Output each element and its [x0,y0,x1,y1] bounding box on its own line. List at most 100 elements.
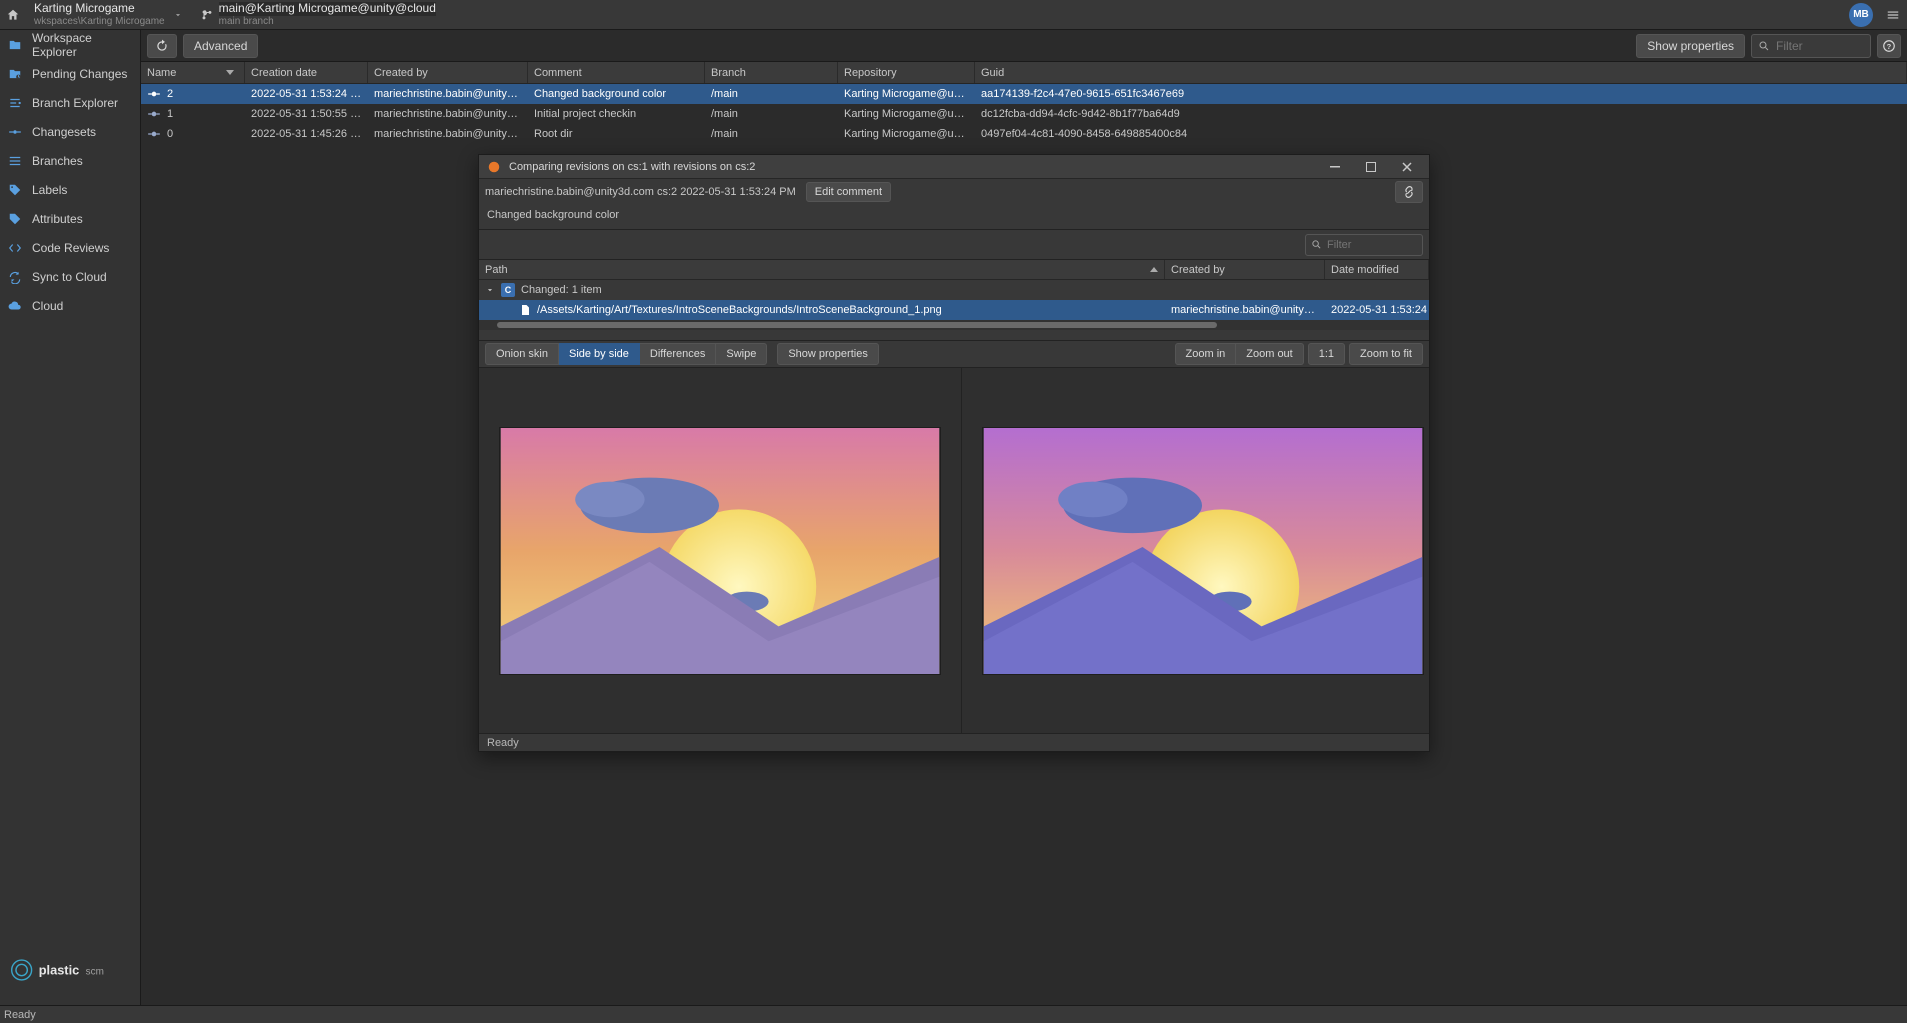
col-created-by[interactable]: Created by [368,62,528,83]
preview-left[interactable] [479,368,962,733]
sidebar-item-attributes[interactable]: Attributes [0,204,140,233]
avatar[interactable]: MB [1849,3,1873,27]
branch-path: main@Karting Microgame@unity@cloud [219,2,436,15]
zoom-in-button[interactable]: Zoom in [1175,343,1237,365]
menu-button[interactable] [1879,0,1907,30]
maximize-button[interactable] [1357,155,1385,179]
sidebar-item-cloud[interactable]: Cloud [0,291,140,320]
compare-titlebar[interactable]: Comparing revisions on cs:1 with revisio… [479,155,1429,179]
svg-text:?: ? [1887,41,1892,50]
compare-status-bar: Ready [479,733,1429,751]
sidebar-item-labels[interactable]: Labels [0,175,140,204]
col-comment[interactable]: Comment [528,62,705,83]
changesets-icon [8,125,22,139]
advanced-button[interactable]: Advanced [183,34,258,58]
compare-filter-input[interactable] [1327,239,1407,251]
file-icon [519,304,531,316]
workspace-subtitle: wkspaces\Karting Microgame [34,16,165,27]
sidebar: Workspace Explorer Pending Changes Branc… [0,30,141,1005]
refresh-icon [155,39,169,53]
compare-meta-row: mariechristine.babin@unity3d.com cs:2 20… [479,179,1429,205]
sidebar-item-workspace-explorer[interactable]: Workspace Explorer [0,30,140,59]
compare-title: Comparing revisions on cs:1 with revisio… [509,161,1313,173]
toolbar: Advanced Show properties ? [141,30,1907,62]
close-icon [1402,162,1412,172]
zoom-out-button[interactable]: Zoom out [1236,343,1303,365]
workspace-title: Karting Microgame [34,2,165,15]
folder-icon [8,38,22,52]
col-date[interactable]: Creation date [245,62,368,83]
sidebar-item-code-reviews[interactable]: Code Reviews [0,233,140,262]
logo: plasticscm [0,937,140,1005]
col-repository[interactable]: Repository [838,62,975,83]
col-date-modified[interactable]: Date modified [1325,260,1429,279]
filter-input[interactable] [1776,39,1856,53]
zoom-1-1-button[interactable]: 1:1 [1308,343,1345,365]
tab-differences[interactable]: Differences [640,343,716,365]
show-properties-button[interactable]: Show properties [777,343,879,365]
tree-row[interactable]: /Assets/Karting/Art/Textures/IntroSceneB… [479,300,1429,320]
tag-icon [8,183,22,197]
title-bar: Karting Microgame wkspaces\Karting Micro… [0,0,1907,30]
home-icon [6,8,20,22]
help-button[interactable]: ? [1877,34,1901,58]
help-icon: ? [1882,39,1896,53]
grid-header: Name Creation date Created by Comment Br… [141,62,1907,84]
sidebar-item-branch-explorer[interactable]: Branch Explorer [0,88,140,117]
status-bar: Ready [0,1005,1907,1023]
scrollbar-thumb[interactable] [497,322,1217,328]
col-created-by[interactable]: Created by [1165,260,1325,279]
tab-onion-skin[interactable]: Onion skin [485,343,559,365]
search-icon [1311,239,1322,250]
link-button[interactable] [1395,181,1423,203]
sidebar-item-sync-to-cloud[interactable]: Sync to Cloud [0,262,140,291]
preview-area [479,368,1429,733]
changeset-icon [147,107,161,121]
compare-filter-wrapper[interactable] [1305,234,1423,256]
compare-tree: C Changed: 1 item /Assets/Karting/Art/Te… [479,280,1429,320]
preview-right[interactable] [962,368,1444,733]
search-icon [1758,40,1770,52]
edit-comment-button[interactable]: Edit comment [806,182,891,202]
sidebar-item-pending-changes[interactable]: Pending Changes [0,59,140,88]
compare-filter-row [479,230,1429,260]
table-row[interactable]: 1 2022-05-31 1:50:55 PM mariechristine.b… [141,104,1907,124]
branch-sub: main branch [219,16,436,27]
filter-input-wrapper[interactable] [1751,34,1871,58]
branch-explorer-icon [8,96,22,110]
minimize-button[interactable] [1321,155,1349,179]
horizontal-scrollbar[interactable] [479,320,1429,330]
diff-toolbar: Onion skin Side by side Differences Swip… [479,340,1429,368]
grid-body: 2 2022-05-31 1:53:24 PM mariechristine.b… [141,84,1907,144]
tree-group[interactable]: C Changed: 1 item [479,280,1429,300]
cloud-icon [8,299,22,313]
breadcrumb[interactable]: main@Karting Microgame@unity@cloud main … [191,0,446,30]
table-row[interactable]: 0 2022-05-31 1:45:26 PM mariechristine.b… [141,124,1907,144]
changeset-icon [147,87,161,101]
sync-icon [8,270,22,284]
close-button[interactable] [1393,155,1421,179]
home-button[interactable] [0,0,26,30]
refresh-button[interactable] [147,34,177,58]
tab-swipe[interactable]: Swipe [716,343,767,365]
col-branch[interactable]: Branch [705,62,838,83]
tab-side-by-side[interactable]: Side by side [559,343,640,365]
hamburger-icon [1886,8,1900,22]
svg-text:scm: scm [86,966,104,977]
zoom-fit-button[interactable]: Zoom to fit [1349,343,1423,365]
table-row[interactable]: 2 2022-05-31 1:53:24 PM mariechristine.b… [141,84,1907,104]
sidebar-item-changesets[interactable]: Changesets [0,117,140,146]
compare-comment: Changed background color [479,205,1429,230]
col-path[interactable]: Path [479,260,1165,279]
sidebar-item-branches[interactable]: Branches [0,146,140,175]
show-properties-button[interactable]: Show properties [1636,34,1745,58]
compare-panel: Comparing revisions on cs:1 with revisio… [478,154,1430,752]
code-review-icon [8,241,22,255]
link-icon [1402,185,1416,199]
workspace-selector[interactable]: Karting Microgame wkspaces\Karting Micro… [26,0,191,30]
col-name[interactable]: Name [141,62,245,83]
minimize-icon [1330,162,1340,172]
preview-image-right [982,427,1424,675]
col-guid[interactable]: Guid [975,62,1907,83]
maximize-icon [1366,162,1376,172]
